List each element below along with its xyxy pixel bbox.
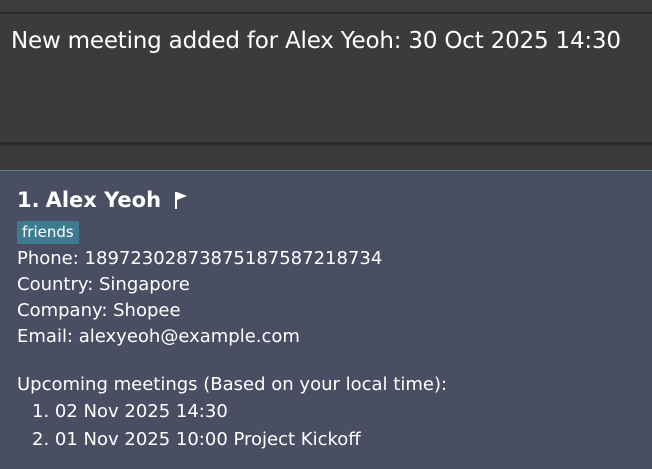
flag-icon — [173, 190, 189, 210]
tag-friends: friends — [17, 221, 79, 244]
top-strip — [0, 0, 652, 14]
person-country: Country: Singapore — [17, 274, 190, 295]
meetings-list: 1. 02 Nov 2025 14:30 2. 01 Nov 2025 10:0… — [17, 398, 447, 454]
person-card-content: 1. Alex Yeoh friends Phone: 189723028738… — [17, 185, 447, 454]
person-index: 1. — [17, 188, 40, 212]
result-message: New meeting added for Alex Yeoh: 30 Oct … — [11, 28, 621, 54]
tag-list: friends — [17, 215, 447, 244]
person-email: Email: alexyeoh@example.com — [17, 326, 300, 347]
person-name: Alex Yeoh — [45, 188, 162, 212]
meetings-header: Upcoming meetings (Based on your local t… — [17, 374, 448, 395]
person-details: Phone: 18972302873875187587218734 Countr… — [17, 246, 447, 454]
person-phone: Phone: 18972302873875187587218734 — [17, 248, 383, 269]
panel-divider[interactable] — [0, 144, 652, 172]
meeting-item: 1. 02 Nov 2025 14:30 — [32, 401, 228, 422]
meeting-item: 2. 01 Nov 2025 10:00 Project Kickoff — [32, 429, 361, 450]
person-name-row: 1. Alex Yeoh — [17, 185, 447, 215]
result-display: New meeting added for Alex Yeoh: 30 Oct … — [0, 14, 652, 144]
person-company: Company: Shopee — [17, 300, 181, 321]
app-window: New meeting added for Alex Yeoh: 30 Oct … — [0, 0, 652, 469]
person-card[interactable]: 1. Alex Yeoh friends Phone: 189723028738… — [0, 170, 652, 469]
